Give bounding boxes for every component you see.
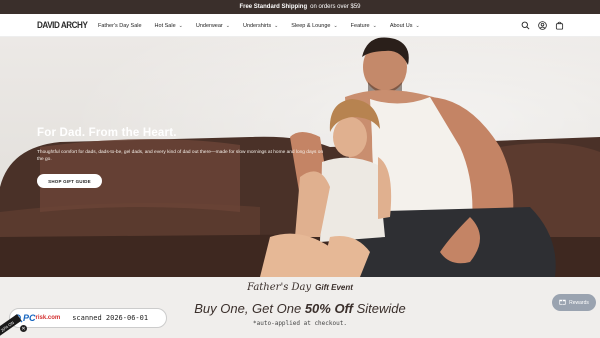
announcement-bar: Free Standard Shipping on orders over $5… [0, 0, 600, 14]
chevron-down-icon: ⌄ [415, 22, 420, 29]
nav-item-about-us[interactable]: About Us ⌄ [390, 23, 420, 29]
chevron-down-icon: ⌄ [372, 22, 377, 29]
close-icon[interactable]: ✕ [20, 325, 27, 332]
promo-main-bold: 50% Off [304, 301, 353, 316]
promo-main-pre: Buy One, Get One [194, 301, 302, 316]
nav-item-hot-sale[interactable]: Hot Sale ⌄ [155, 23, 183, 29]
pcrisk-logo: PC risk.com [14, 313, 60, 323]
nav-item-label: Underwear [195, 22, 223, 29]
announcement-rest: on orders over $59 [310, 4, 361, 10]
chevron-down-icon: ⌄ [333, 22, 338, 29]
promo-event: Father's Day Gift Event [0, 282, 600, 293]
nav-item-undershirts[interactable]: Undershirts ⌄ [243, 23, 278, 29]
nav-item-sleep-lounge[interactable]: Sleep & Lounge ⌄ [291, 23, 337, 29]
logo[interactable]: DAVID ARCHY [37, 20, 88, 30]
logo-risk: risk.com [35, 315, 61, 321]
promo-script: Father's Day [247, 282, 312, 293]
account-icon[interactable] [537, 20, 547, 30]
nav-item-label: Undershirts [242, 22, 272, 29]
rewards-button[interactable]: Rewards [552, 294, 596, 311]
logo-pc: PC [23, 313, 36, 323]
nav-item-label: Father's Day Sale [98, 22, 142, 29]
nav-item-fathers-day-sale[interactable]: Father's Day Sale [98, 23, 142, 29]
scan-badge[interactable]: PC risk.com scanned 2026-06-01 [9, 308, 167, 328]
hero-subtitle: Thoughtful comfort for dads, dads-to-be,… [37, 150, 324, 162]
nav-item-label: Feature [350, 22, 370, 29]
chevron-down-icon: ⌄ [225, 22, 230, 29]
rewards-label: Rewards [569, 299, 589, 306]
hero-title: For Dad. From the Heart. [37, 127, 177, 139]
promo-main-post: Sitewide [356, 301, 406, 316]
announcement-bold: Free Standard Shipping [239, 4, 308, 10]
chevron-down-icon: ⌄ [274, 22, 279, 29]
scan-text: scanned 2026-06-01 [72, 314, 149, 322]
nav-item-label: About Us [389, 22, 413, 29]
site-header: DAVID ARCHY Father's Day Sale Hot Sale ⌄… [0, 14, 600, 37]
hero-banner[interactable]: For Dad. From the Heart. Thoughtful comf… [0, 37, 600, 277]
gift-icon [559, 298, 566, 307]
header-icons [520, 20, 564, 30]
search-icon[interactable] [520, 20, 530, 30]
nav-item-feature[interactable]: Feature ⌄ [351, 23, 377, 29]
nav-item-underwear[interactable]: Underwear ⌄ [196, 23, 230, 29]
nav-item-label: Sleep & Lounge [291, 22, 331, 29]
shop-gift-guide-button[interactable]: SHOP GIFT GUIDE [37, 174, 102, 188]
promo-event-label: Gift Event [315, 283, 353, 292]
chevron-down-icon: ⌄ [178, 22, 183, 29]
main-nav: Father's Day Sale Hot Sale ⌄ Underwear ⌄… [98, 14, 433, 37]
cart-icon[interactable] [554, 20, 564, 30]
nav-item-label: Hot Sale [154, 22, 176, 29]
